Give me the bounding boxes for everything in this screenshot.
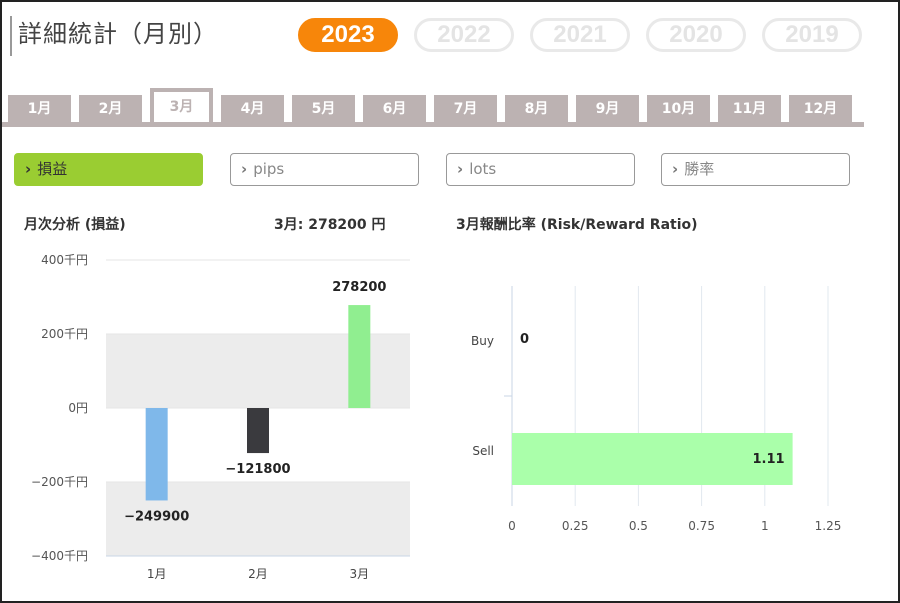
x-tick-label: 1.25 [815,519,842,533]
page-title: 詳細統計（月別） [18,20,218,48]
bar-value-label: 0 [520,332,529,347]
chevron-right-icon: › [457,160,464,178]
month-tab-10[interactable]: 10月 [647,95,710,123]
monthly-pnl-chart: 400千円 200千円 0円 −200千円 −400千円 −249900 1月 −121800… [31,253,410,581]
bar-3 [348,305,371,408]
bar-sell [512,433,793,485]
left-chart-summary: 3月: 278200 円 [274,217,386,233]
y-tick-label: 200千円 [41,327,88,341]
year-tab-2021[interactable]: 2021 [530,18,630,52]
month-tab-6[interactable]: 6月 [363,95,426,123]
year-tab-2019[interactable]: 2019 [762,18,862,52]
x-tick-label: 1月 [147,567,167,581]
filter-label-pips: pips [253,160,285,178]
x-tick-label: 0.75 [688,519,715,533]
app-window: 詳細統計（月別） 2023 2022 2021 2020 2019 1月 2月 … [0,0,900,603]
filter-button-pnl[interactable]: › 損益 [14,153,203,186]
month-tab-5[interactable]: 5月 [292,95,355,123]
risk-reward-chart: 0 0.25 0.5 0.75 1 1.25 Buy 0 Sell 1.11 [471,286,842,533]
x-tick-label: 3月 [350,567,370,581]
bar-value-label: −249900 [124,509,189,524]
year-tab-2022[interactable]: 2022 [414,18,514,52]
bar-value-label: −121800 [225,462,290,477]
filter-label-pnl: 損益 [37,160,68,178]
right-chart-title: 3月報酬比率 (Risk/Reward Ratio) [456,217,698,233]
x-tick-label: 0.5 [629,519,648,533]
filter-label-winrate: 勝率 [684,160,715,178]
x-tick-label: 0 [508,519,516,533]
y-tick-label: Buy [471,334,494,348]
filter-button-lots[interactable]: › lots [446,153,635,186]
page-title-bar: 詳細統計（月別） [10,16,218,56]
bar-1 [145,408,168,501]
x-tick-label: 1 [761,519,769,533]
tabs-underline [2,122,864,127]
y-tick-label: 400千円 [41,253,88,267]
bar-2 [247,408,269,454]
bar-value-label: 278200 [332,280,386,295]
y-tick-label: Sell [472,444,494,458]
x-tick-label: 2月 [248,567,268,581]
chevron-right-icon: › [25,160,32,178]
month-tab-1[interactable]: 1月 [8,95,71,123]
chevron-right-icon: › [672,160,679,178]
year-tab-2023[interactable]: 2023 [298,18,398,52]
left-chart-title: 月次分析 (損益) [24,217,126,233]
month-tab-7[interactable]: 7月 [434,95,497,123]
month-tab-4[interactable]: 4月 [221,95,284,123]
y-tick-label: 0円 [68,401,88,415]
chevron-right-icon: › [241,160,248,178]
filter-button-pips[interactable]: › pips [230,153,419,186]
year-tab-2020[interactable]: 2020 [646,18,746,52]
bar-value-label: 1.11 [753,452,785,467]
x-tick-label: 0.25 [562,519,589,533]
y-tick-label: −400千円 [31,549,88,563]
month-tab-9[interactable]: 9月 [576,95,639,123]
month-tab-12[interactable]: 12月 [789,95,852,123]
filter-label-lots: lots [469,160,497,178]
filter-button-winrate[interactable]: › 勝率 [661,153,850,186]
y-tick-label: −200千円 [31,475,88,489]
month-tab-8[interactable]: 8月 [505,95,568,123]
month-tab-2[interactable]: 2月 [79,95,142,123]
month-tab-11[interactable]: 11月 [718,95,781,123]
